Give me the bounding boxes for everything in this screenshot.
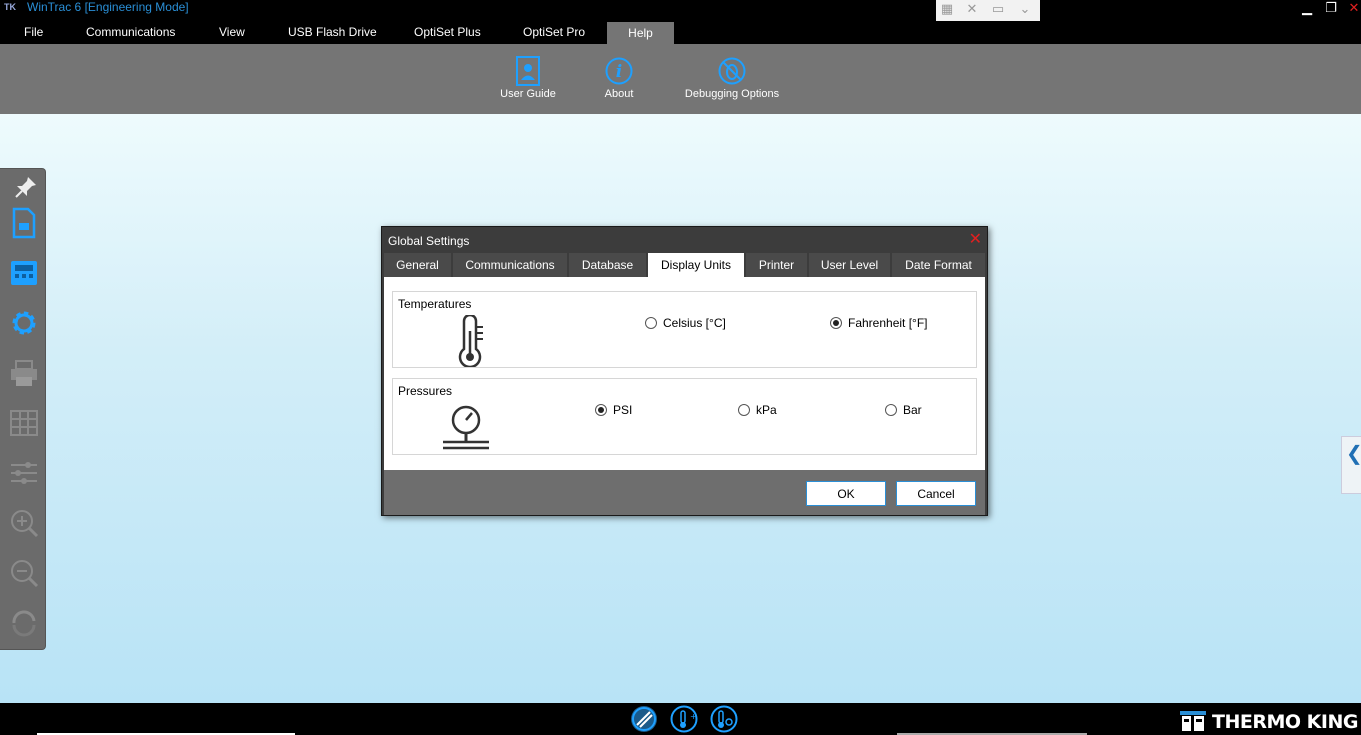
thermo-king-logo-icon [1180,711,1206,731]
temperatures-group: Temperatures Celsius [°C] Fahrenheit [°F… [392,291,977,368]
menu-usb-flash-drive[interactable]: USB Flash Drive [288,25,377,39]
kpa-radio-circle[interactable] [738,404,750,416]
svg-text:i: i [616,62,622,82]
chevron-down-icon[interactable]: ⌄ [1016,1,1034,17]
kpa-label: kPa [756,403,777,417]
bottom-bar: + THERMO KING [0,703,1361,735]
svg-text:+: + [690,712,697,721]
dialog-footer: OK Cancel [384,470,985,515]
celsius-radio[interactable]: Celsius [°C] [645,316,726,330]
menu-view[interactable]: View [219,25,245,39]
menu-optiset-plus[interactable]: OptiSet Plus [414,25,481,39]
refresh-icon[interactable] [8,607,40,639]
app-logo-icon: TK [4,2,16,12]
quick-access-toolbar: ▦ ✕ ▭ ⌄ [936,0,1040,21]
tab-printer[interactable]: Printer [746,253,807,277]
debugging-options-label: Debugging Options [684,88,780,100]
monitor-icon[interactable]: ▭ [989,1,1007,17]
zoom-in-icon[interactable] [8,507,40,539]
menu-communications[interactable]: Communications [86,25,175,39]
printer-icon[interactable] [8,357,40,389]
maximize-button[interactable]: ❐ [1322,0,1340,16]
celsius-label: Celsius [°C] [663,316,726,330]
temperatures-label: Temperatures [398,297,472,311]
cancel-button[interactable]: Cancel [896,481,976,506]
pressure-gauge-icon [443,405,489,450]
tab-communications[interactable]: Communications [453,253,567,277]
bug-icon [718,57,746,85]
global-settings-dialog: Global Settings ✕ General Communications… [381,226,988,516]
menu-help[interactable]: Help [607,22,674,44]
settings-icon[interactable] [8,307,40,339]
grid-icon[interactable]: ▦ [938,1,956,17]
minimize-button[interactable]: ▁ [1298,0,1316,16]
chevron-left-icon: ❮ [1346,441,1361,466]
celsius-radio-circle[interactable] [645,317,657,329]
document-icon[interactable] [8,207,40,239]
debugging-options-button[interactable]: Debugging Options [682,56,782,100]
ok-button[interactable]: OK [806,481,886,506]
table-grid-icon[interactable] [8,407,40,439]
thermometer-plus-icon[interactable]: + [670,705,698,733]
bar-label: Bar [903,403,922,417]
bar-radio-circle[interactable] [885,404,897,416]
tab-display-units[interactable]: Display Units [648,253,744,277]
brand-name: THERMO KING [1212,711,1358,733]
tool-panel [0,168,46,650]
fahrenheit-radio-circle[interactable] [830,317,842,329]
title-bar: TK WinTrac 6 [Engineering Mode] ▦ ✕ ▭ ⌄ … [0,0,1361,22]
tab-general[interactable]: General [384,253,451,277]
about-label: About [604,88,634,100]
bar-radio[interactable]: Bar [885,403,922,417]
psi-radio[interactable]: PSI [595,403,632,417]
menu-file[interactable]: File [24,25,43,39]
fahrenheit-radio[interactable]: Fahrenheit [°F] [830,316,928,330]
about-button[interactable]: i About [598,56,640,100]
user-guide-button[interactable]: User Guide [498,56,558,100]
thermometer-icon [458,315,483,367]
pressures-group: Pressures PSI kPa Bar [392,378,977,455]
collapse-side-tab[interactable]: ❮ [1341,436,1361,494]
dialog-title: Global Settings [388,234,470,248]
tab-user-level[interactable]: User Level [809,253,890,277]
pressures-label: Pressures [398,384,453,398]
tab-date-format[interactable]: Date Format [892,253,985,277]
thermometer-settings-icon[interactable] [710,705,738,733]
kpa-radio[interactable]: kPa [738,403,777,417]
psi-label: PSI [613,403,633,417]
close-button[interactable]: ✕ [1345,0,1361,16]
ribbon: User Guide i About Debugging Options [0,44,1361,114]
sliders-icon[interactable] [8,457,40,489]
psi-radio-circle[interactable] [595,404,607,416]
device-icon[interactable] [8,257,40,289]
dialog-body: Temperatures Celsius [°C] Fahrenheit [°F… [384,277,985,470]
info-icon: i [605,57,633,85]
tab-strip: General Communications Database Display … [384,253,985,277]
user-guide-label: User Guide [500,88,556,100]
menu-bar: File Communications View USB Flash Drive… [0,22,1361,44]
app-title: WinTrac 6 [Engineering Mode] [27,0,189,14]
pin-icon[interactable] [14,175,38,199]
fullscreen-icon[interactable]: ✕ [963,1,981,17]
zoom-out-icon[interactable] [8,557,40,589]
fahrenheit-label: Fahrenheit [°F] [848,316,928,330]
user-guide-icon [516,56,540,86]
handshake-icon[interactable] [630,705,658,733]
menu-optiset-pro[interactable]: OptiSet Pro [523,25,585,39]
tab-database[interactable]: Database [569,253,646,277]
dialog-close-icon[interactable]: ✕ [969,229,982,249]
